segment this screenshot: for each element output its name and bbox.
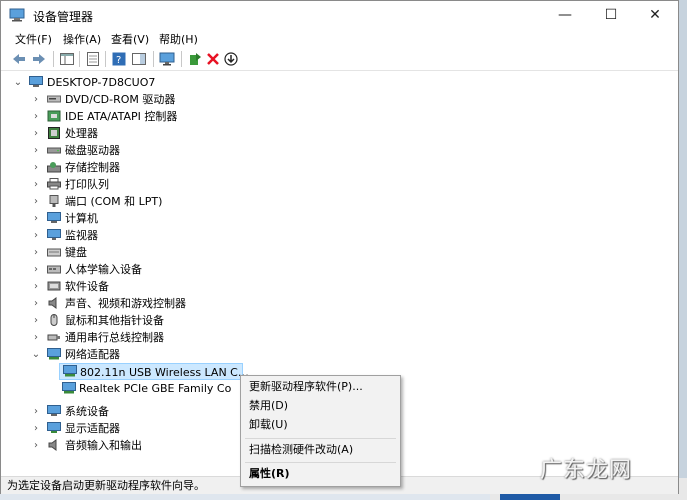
chevron-right-icon[interactable]: › <box>31 91 41 108</box>
background-strip <box>678 0 687 500</box>
disk-drive-icon <box>47 147 61 154</box>
printer-icon <box>47 178 61 190</box>
chevron-right-icon[interactable]: › <box>31 108 41 125</box>
chevron-right-icon[interactable]: › <box>31 193 41 210</box>
close-button[interactable]: ✕ <box>632 1 678 29</box>
maximize-button[interactable]: ☐ <box>588 1 634 29</box>
window-title: 设备管理器 <box>33 10 94 24</box>
uninstall-x-icon[interactable] <box>205 51 221 67</box>
tree-item-ide[interactable]: › IDE ATA/ATAPI 控制器 <box>31 108 251 125</box>
chevron-right-icon[interactable]: › <box>31 403 41 420</box>
tree-item-audio-io[interactable]: › 音频输入和输出 <box>31 437 231 454</box>
show-hide-console-icon[interactable] <box>59 51 75 67</box>
tree-item-disk[interactable]: › 磁盘驱动器 <box>31 142 251 159</box>
toolbar: ? <box>1 48 678 71</box>
storage-controller-icon <box>47 162 61 173</box>
tree-item-system-devices[interactable]: › 系统设备 <box>31 403 231 420</box>
chevron-right-icon[interactable]: › <box>31 142 41 159</box>
network-adapter-icon <box>47 348 61 360</box>
menu-action[interactable]: 操作(A) <box>63 31 101 47</box>
chevron-right-icon[interactable]: › <box>31 176 41 193</box>
forward-arrow-icon[interactable] <box>31 51 47 67</box>
usb-icon <box>47 334 60 341</box>
update-driver-menu-item[interactable]: 更新驱动程序软件(P)... <box>249 378 363 396</box>
tree-item-computer[interactable]: › 计算机 <box>31 210 251 227</box>
tree-item-ethernet-adapter[interactable]: Realtek PCIe GBE Family Co <box>59 380 243 397</box>
update-driver-icon[interactable] <box>187 51 203 67</box>
menu-bar: 文件(F) 操作(A) 查看(V) 帮助(H) <box>1 29 678 47</box>
network-card-icon <box>62 382 76 394</box>
help-icon[interactable]: ? <box>111 51 127 67</box>
uninstall-menu-item[interactable]: 卸载(U) <box>249 416 288 434</box>
computer-icon <box>47 212 61 223</box>
scan-hardware-menu-item[interactable]: 扫描检测硬件改动(A) <box>249 441 353 459</box>
minimize-button[interactable]: — <box>542 1 588 29</box>
tree-item-dvd[interactable]: › DVD/CD-ROM 驱动器 <box>31 91 251 108</box>
tree-item-software[interactable]: › 软件设备 <box>31 278 251 295</box>
tree-item-mouse[interactable]: › 鼠标和其他指针设备 <box>31 312 251 329</box>
chevron-right-icon[interactable]: › <box>31 159 41 176</box>
tree-item-sound[interactable]: › 声音、视频和游戏控制器 <box>31 295 251 312</box>
svg-text:?: ? <box>116 55 121 66</box>
dvd-icon <box>47 95 61 103</box>
tree-root[interactable]: ⌄ DESKTOP-7D8CUO7 <box>13 74 213 91</box>
keyboard-icon <box>47 248 61 257</box>
computer-root-icon <box>29 76 43 87</box>
tree-item-usb[interactable]: › 通用串行总线控制器 <box>31 329 251 346</box>
tree-item-storage[interactable]: › 存储控制器 <box>31 159 251 176</box>
tree-item-display-adapter[interactable]: › 显示适配器 <box>31 420 231 437</box>
chevron-right-icon[interactable]: › <box>31 125 41 142</box>
mouse-icon <box>50 314 58 326</box>
menu-separator <box>245 438 396 439</box>
scan-hardware-monitor-icon[interactable] <box>159 51 175 67</box>
network-card-icon <box>63 365 77 377</box>
chevron-down-icon[interactable]: ⌄ <box>13 74 23 91</box>
chevron-right-icon[interactable]: › <box>31 437 41 454</box>
back-arrow-icon[interactable] <box>11 51 27 67</box>
tree-item-keyboard[interactable]: › 键盘 <box>31 244 251 261</box>
sound-icon <box>48 297 57 309</box>
chevron-down-icon[interactable]: ⌄ <box>31 346 41 363</box>
tree-item-processor[interactable]: › 处理器 <box>31 125 251 142</box>
chevron-right-icon[interactable]: › <box>31 295 41 312</box>
menu-view[interactable]: 查看(V) <box>111 31 149 47</box>
root-label: DESKTOP-7D8CUO7 <box>47 76 156 89</box>
status-text: 为选定设备启动更新驱动程序软件向导。 <box>7 479 205 492</box>
chevron-right-icon[interactable]: › <box>31 261 41 278</box>
hid-icon <box>47 265 61 274</box>
menu-separator <box>245 462 396 463</box>
chevron-right-icon[interactable]: › <box>31 210 41 227</box>
display-adapter-icon <box>47 422 61 433</box>
menu-file[interactable]: 文件(F) <box>15 31 52 47</box>
chevron-right-icon[interactable]: › <box>31 329 41 346</box>
title-bar: 设备管理器 — ☐ ✕ <box>1 1 678 29</box>
processor-icon <box>48 127 60 139</box>
menu-help[interactable]: 帮助(H) <box>159 31 198 47</box>
port-icon <box>49 195 59 207</box>
disable-menu-item[interactable]: 禁用(D) <box>249 397 288 415</box>
properties-menu-item[interactable]: 属性(R) <box>249 465 290 483</box>
disable-device-icon[interactable] <box>223 51 239 67</box>
chevron-right-icon[interactable]: › <box>31 278 41 295</box>
ide-controller-icon <box>47 110 61 122</box>
system-device-icon <box>47 405 61 416</box>
tree-item-port[interactable]: › 端口 (COM 和 LPT) <box>31 193 251 210</box>
action-pane-icon[interactable] <box>131 51 147 67</box>
watermark-text: 广东龙网 <box>540 458 633 483</box>
tree-item-wireless-adapter[interactable]: 802.11n USB Wireless LAN C… <box>59 363 249 380</box>
device-manager-icon <box>9 8 25 22</box>
tree-item-printer[interactable]: › 打印队列 <box>31 176 251 193</box>
monitor-icon <box>47 229 61 240</box>
chevron-right-icon[interactable]: › <box>31 312 41 329</box>
tree-item-network[interactable]: ⌄ 网络适配器 <box>31 346 251 363</box>
chevron-right-icon[interactable]: › <box>31 420 41 437</box>
chevron-right-icon[interactable]: › <box>31 227 41 244</box>
context-menu: 更新驱动程序软件(P)... 禁用(D) 卸载(U) 扫描检测硬件改动(A) 属… <box>240 375 401 487</box>
chevron-right-icon[interactable]: › <box>31 244 41 261</box>
tree-item-monitor[interactable]: › 监视器 <box>31 227 251 244</box>
software-device-icon <box>47 281 61 291</box>
properties-sheet-icon[interactable] <box>85 51 101 67</box>
audio-io-icon <box>48 439 57 451</box>
tree-item-hid[interactable]: › 人体学输入设备 <box>31 261 251 278</box>
